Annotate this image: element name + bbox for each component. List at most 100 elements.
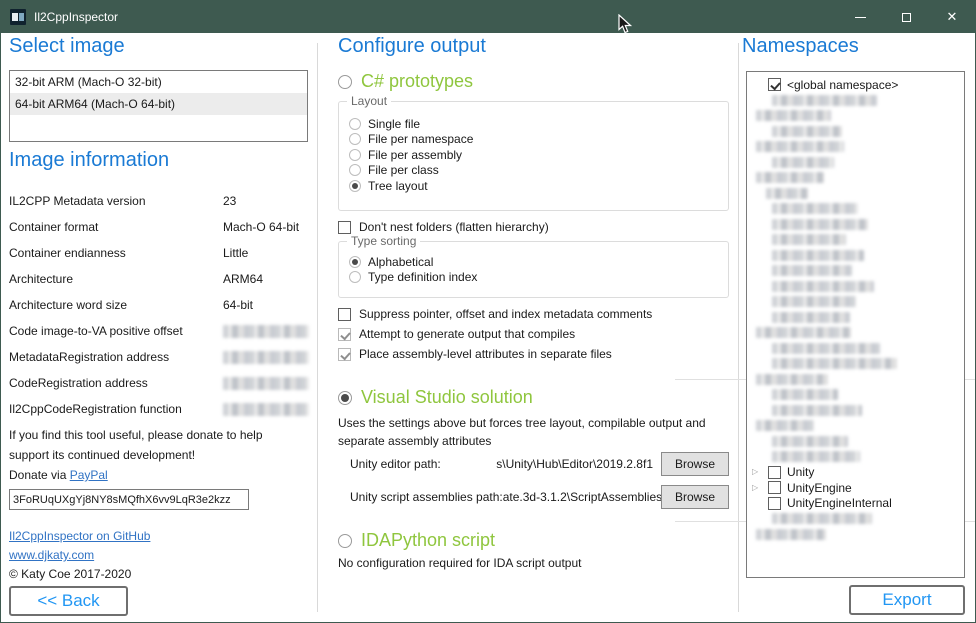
idapython-option[interactable]: IDAPython script xyxy=(338,530,495,551)
output-checkbox[interactable] xyxy=(338,308,351,321)
output-checkbox[interactable] xyxy=(338,348,351,361)
radio-option[interactable]: File per class xyxy=(349,163,728,179)
radio-option[interactable]: File per namespace xyxy=(349,132,728,148)
back-button[interactable]: << Back xyxy=(9,586,128,616)
namespace-item[interactable]: UnityEngineInternal xyxy=(747,496,964,512)
namespace-item-redacted xyxy=(747,217,964,233)
image-info-row: MetadataRegistration address xyxy=(9,344,309,370)
expander-icon[interactable]: ▷ xyxy=(752,484,768,492)
namespace-item-redacted xyxy=(747,511,964,527)
namespace-item-redacted xyxy=(747,186,964,202)
unity-editor-path-value[interactable]: s\Unity\Hub\Editor\2019.2.8f1 xyxy=(441,457,661,471)
namespace-checkbox[interactable] xyxy=(768,481,781,494)
output-checkbox-option[interactable]: Place assembly-level attributes in separ… xyxy=(338,346,612,362)
flatten-hierarchy-checkbox[interactable] xyxy=(338,221,351,234)
radio-button[interactable] xyxy=(349,133,361,145)
output-checkbox-label: Attempt to generate output that compiles xyxy=(359,327,575,341)
minimize-button[interactable] xyxy=(837,1,883,33)
radio-option[interactable]: Type definition index xyxy=(349,270,728,286)
redacted-namespace xyxy=(772,281,874,292)
radio-option[interactable]: Alphabetical xyxy=(349,254,728,270)
close-button[interactable]: ✕ xyxy=(929,1,975,33)
redacted-namespace xyxy=(756,172,824,183)
il2cppinspector-window: Il2CppInspector ✕ Select image 32-bit AR… xyxy=(0,0,976,623)
github-link[interactable]: Il2CppInspector on GitHub xyxy=(9,529,150,543)
idapython-radio[interactable] xyxy=(338,534,352,548)
radio-button[interactable] xyxy=(349,164,361,176)
flatten-hierarchy-option[interactable]: Don't nest folders (flatten hierarchy) xyxy=(338,219,549,235)
redacted-namespace xyxy=(756,327,851,338)
divider-left xyxy=(317,43,318,612)
bitcoin-address-input[interactable] xyxy=(9,489,249,510)
script-assemblies-browse-button[interactable]: Browse xyxy=(661,485,729,509)
unity-editor-browse-button[interactable]: Browse xyxy=(661,452,729,476)
redacted-namespace xyxy=(756,374,828,385)
output-checkbox-option[interactable]: Suppress pointer, offset and index metad… xyxy=(338,306,652,322)
redacted-namespace xyxy=(772,436,848,447)
csharp-prototypes-option[interactable]: C# prototypes xyxy=(338,71,473,92)
namespace-item-redacted xyxy=(747,294,964,310)
namespaces-list[interactable]: <global namespace> ▷Unity▷UnityEngineUnit… xyxy=(746,71,965,578)
layout-groupbox: Layout Single fileFile per namespaceFile… xyxy=(338,101,729,211)
image-info-value: 64-bit xyxy=(223,298,253,312)
redacted-namespace xyxy=(766,188,808,199)
redacted-namespace xyxy=(756,110,831,121)
namespace-item[interactable]: <global namespace> xyxy=(747,77,964,93)
radio-button[interactable] xyxy=(349,118,361,130)
radio-option-label: Tree layout xyxy=(368,179,428,193)
image-info-value: Little xyxy=(223,246,248,260)
select-image-title: Select image xyxy=(9,35,125,58)
vs-solution-option[interactable]: Visual Studio solution xyxy=(338,387,533,408)
image-info-row: Il2CppCodeRegistration function xyxy=(9,396,309,422)
redacted-namespace xyxy=(772,451,860,462)
select-image-item[interactable]: 64-bit ARM64 (Mach-O 64-bit) xyxy=(10,93,307,115)
script-assemblies-path-value[interactable]: ate.3d-3.1.2\ScriptAssemblies xyxy=(503,490,661,504)
namespace-item-redacted xyxy=(747,93,964,109)
app-icon xyxy=(10,9,26,25)
image-info-label: Architecture word size xyxy=(9,298,223,312)
namespace-item-redacted xyxy=(747,527,964,543)
image-info-label: Container endianness xyxy=(9,246,223,260)
namespace-item-redacted xyxy=(747,108,964,124)
divider-right xyxy=(738,43,739,612)
image-information-title: Image information xyxy=(9,149,169,172)
output-checkbox-option[interactable]: Attempt to generate output that compiles xyxy=(338,326,575,342)
maximize-button[interactable] xyxy=(883,1,929,33)
radio-button[interactable] xyxy=(349,256,361,268)
radio-option[interactable]: Tree layout xyxy=(349,178,728,194)
image-info-row: Container endiannessLittle xyxy=(9,240,309,266)
select-image-item[interactable]: 32-bit ARM (Mach-O 32-bit) xyxy=(10,71,307,93)
output-checkbox-label: Suppress pointer, offset and index metad… xyxy=(359,307,652,321)
redacted-namespace xyxy=(772,157,834,168)
paypal-link[interactable]: PayPal xyxy=(70,468,108,482)
radio-option[interactable]: Single file xyxy=(349,116,728,132)
output-checkbox[interactable] xyxy=(338,328,351,341)
namespace-checkbox[interactable] xyxy=(768,466,781,479)
radio-option[interactable]: File per assembly xyxy=(349,147,728,163)
radio-button[interactable] xyxy=(349,149,361,161)
redacted-namespace xyxy=(772,343,880,354)
csharp-prototypes-radio[interactable] xyxy=(338,75,352,89)
vs-solution-radio[interactable] xyxy=(338,391,352,405)
image-info-label: Container format xyxy=(9,220,223,234)
donate-paypal-line: Donate via PayPal xyxy=(9,465,263,485)
radio-button[interactable] xyxy=(349,271,361,283)
namespace-checkbox[interactable] xyxy=(768,497,781,510)
redacted-namespace xyxy=(756,141,844,152)
expander-icon[interactable]: ▷ xyxy=(752,468,768,476)
script-assemblies-path-label: Unity script assemblies path: xyxy=(350,490,503,504)
image-info-row: ArchitectureARM64 xyxy=(9,266,309,292)
namespace-item[interactable]: ▷Unity xyxy=(747,465,964,481)
redacted-namespace xyxy=(772,265,852,276)
namespace-item[interactable]: ▷UnityEngine xyxy=(747,480,964,496)
redacted-namespace xyxy=(772,358,897,369)
namespace-item-redacted xyxy=(747,341,964,357)
select-image-list[interactable]: 32-bit ARM (Mach-O 32-bit)64-bit ARM64 (… xyxy=(9,70,308,142)
namespace-label: UnityEngineInternal xyxy=(787,496,892,510)
maximize-icon xyxy=(902,13,911,22)
website-link[interactable]: www.djkaty.com xyxy=(9,548,94,562)
namespace-checkbox[interactable] xyxy=(768,78,781,91)
radio-button[interactable] xyxy=(349,180,361,192)
export-button[interactable]: Export xyxy=(849,585,965,615)
namespace-item-redacted xyxy=(747,155,964,171)
